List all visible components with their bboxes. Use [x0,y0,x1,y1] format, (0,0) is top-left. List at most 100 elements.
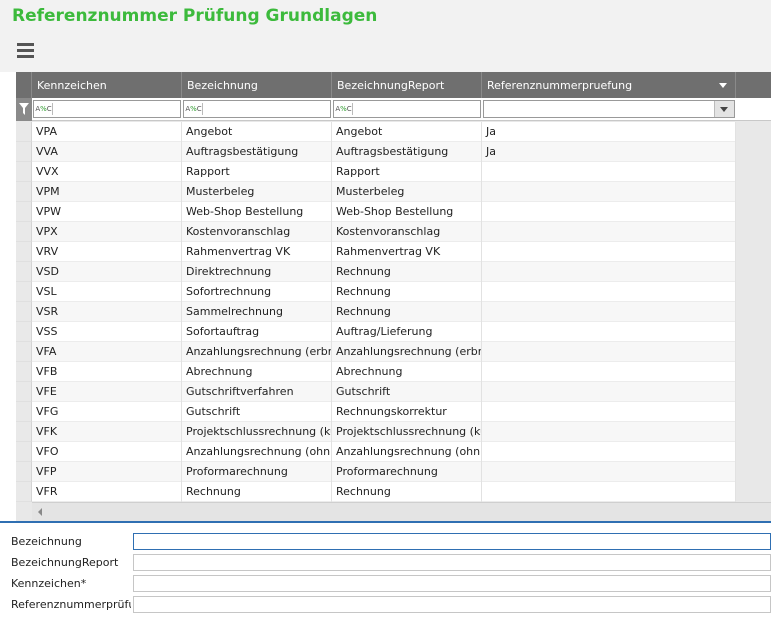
cell-referenznummerpruefung[interactable] [482,222,736,242]
cell-kennzeichen[interactable]: VSL [32,282,182,302]
row-selector[interactable] [16,462,32,482]
cell-referenznummerpruefung[interactable] [482,382,736,402]
row-selector[interactable] [16,242,32,262]
cell-kennzeichen[interactable]: VFP [32,462,182,482]
table-row[interactable]: VVA Auftragsbestätigung Auftragsbestätigun… [16,142,771,162]
arrow-left-icon[interactable] [38,508,42,516]
row-selector[interactable] [16,302,32,322]
cell-referenznummerpruefung[interactable] [482,262,736,282]
cell-kennzeichen[interactable]: VVX [32,162,182,182]
cell-bezeichnung-report[interactable]: Anzahlungsrechnung (ohn... [332,442,482,462]
cell-bezeichnung-report[interactable]: Auftrag/Lieferung [332,322,482,342]
cell-bezeichnung-report[interactable]: Gutschrift [332,382,482,402]
table-row[interactable]: VFA Anzahlungsrechnung (erbr... Anzahlungs… [16,342,771,362]
table-row[interactable]: VPA Angebot Angebot Ja [16,122,771,142]
cell-bezeichnung[interactable]: Anzahlungsrechnung (ohn... [182,442,332,462]
cell-kennzeichen[interactable]: VSD [32,262,182,282]
kennzeichen-field[interactable] [133,575,771,592]
cell-kennzeichen[interactable]: VPW [32,202,182,222]
cell-bezeichnung[interactable]: Auftragsbestätigung [182,142,332,162]
table-row[interactable]: VFP Proformarechnung Proformarechnung [16,462,771,482]
cell-bezeichnung-report[interactable]: Auftragsbestätigung [332,142,482,162]
cell-bezeichnung[interactable]: Kostenvoranschlag [182,222,332,242]
cell-bezeichnung[interactable]: Sammelrechnung [182,302,332,322]
cell-kennzeichen[interactable]: VSS [32,322,182,342]
cell-referenznummerpruefung[interactable] [482,302,736,322]
cell-bezeichnung[interactable]: Anzahlungsrechnung (erbr... [182,342,332,362]
column-header-referenznummerpruefung[interactable]: Referenznummerpruefung [482,72,736,98]
cell-referenznummerpruefung[interactable] [482,362,736,382]
table-row[interactable]: VSL Sofortrechnung Rechnung [16,282,771,302]
cell-referenznummerpruefung[interactable] [482,322,736,342]
cell-kennzeichen[interactable]: VRV [32,242,182,262]
table-row[interactable]: VRV Rahmenvertrag VK Rahmenvertrag VK [16,242,771,262]
cell-bezeichnung-report[interactable]: Rapport [332,162,482,182]
cell-referenznummerpruefung[interactable] [482,162,736,182]
table-row[interactable]: VVX Rapport Rapport [16,162,771,182]
row-selector[interactable] [16,342,32,362]
horizontal-scrollbar[interactable] [32,502,771,521]
table-row[interactable]: VFE Gutschriftverfahren Gutschrift [16,382,771,402]
cell-kennzeichen[interactable]: VFB [32,362,182,382]
row-selector[interactable] [16,322,32,342]
cell-referenznummerpruefung[interactable]: Ja [482,122,736,142]
table-row[interactable]: VFO Anzahlungsrechnung (ohn... Anzahlungsr… [16,442,771,462]
cell-bezeichnung[interactable]: Musterbeleg [182,182,332,202]
row-selector[interactable] [16,222,32,242]
filter-operator-button[interactable]: A%C [185,103,203,115]
cell-kennzeichen[interactable]: VPX [32,222,182,242]
funnel-icon[interactable] [16,98,32,121]
table-row[interactable]: VFK Projektschlussrechnung (ku... Projekts… [16,422,771,442]
cell-bezeichnung[interactable]: Sofortrechnung [182,282,332,302]
filter-operator-button[interactable]: A%C [35,103,53,115]
cell-kennzeichen[interactable]: VFO [32,442,182,462]
column-header-bezeichnung-report[interactable]: BezeichnungReport [332,72,482,98]
row-selector[interactable] [16,122,32,142]
cell-bezeichnung-report[interactable]: Projektschlussrechnung (ku... [332,422,482,442]
cell-kennzeichen[interactable]: VFG [32,402,182,422]
referenznummerpruefung-field[interactable] [133,596,771,613]
cell-bezeichnung-report[interactable]: Rechnung [332,262,482,282]
chevron-down-icon[interactable] [719,83,727,88]
cell-bezeichnung[interactable]: Rapport [182,162,332,182]
filter-referenznummerpruefung[interactable] [483,100,735,118]
cell-referenznummerpruefung[interactable]: Ja [482,142,736,162]
cell-bezeichnung[interactable]: Abrechnung [182,362,332,382]
cell-bezeichnung-report[interactable]: Anzahlungsrechnung (erbr... [332,342,482,362]
filter-dropdown-button[interactable] [714,101,734,117]
filter-kennzeichen[interactable]: A%C [33,100,181,118]
filter-bezeichnung-report[interactable]: A%C [333,100,481,118]
cell-bezeichnung-report[interactable]: Kostenvoranschlag [332,222,482,242]
row-selector[interactable] [16,182,32,202]
cell-referenznummerpruefung[interactable] [482,182,736,202]
table-row[interactable]: VSS Sofortauftrag Auftrag/Lieferung [16,322,771,342]
row-selector[interactable] [16,482,32,502]
cell-bezeichnung[interactable]: Rahmenvertrag VK [182,242,332,262]
cell-bezeichnung-report[interactable]: Musterbeleg [332,182,482,202]
hamburger-icon[interactable] [17,43,34,58]
cell-kennzeichen[interactable]: VSR [32,302,182,322]
cell-referenznummerpruefung[interactable] [482,482,736,502]
cell-kennzeichen[interactable]: VVA [32,142,182,162]
cell-bezeichnung-report[interactable]: Angebot [332,122,482,142]
row-selector[interactable] [16,422,32,442]
filter-bezeichnung[interactable]: A%C [183,100,331,118]
table-row[interactable]: VSR Sammelrechnung Rechnung [16,302,771,322]
row-selector[interactable] [16,362,32,382]
cell-bezeichnung[interactable]: Proformarechnung [182,462,332,482]
cell-referenznummerpruefung[interactable] [482,402,736,422]
filter-operator-button[interactable]: A%C [335,103,353,115]
row-selector[interactable] [16,262,32,282]
cell-referenznummerpruefung[interactable] [482,462,736,482]
cell-bezeichnung-report[interactable]: Rechnung [332,302,482,322]
cell-bezeichnung[interactable]: Sofortauftrag [182,322,332,342]
cell-bezeichnung[interactable]: Gutschrift [182,402,332,422]
row-selector[interactable] [16,442,32,462]
cell-bezeichnung[interactable]: Angebot [182,122,332,142]
row-selector[interactable] [16,202,32,222]
cell-bezeichnung[interactable]: Gutschriftverfahren [182,382,332,402]
cell-referenznummerpruefung[interactable] [482,202,736,222]
table-row[interactable]: VPW Web-Shop Bestellung Web-Shop Bestellun… [16,202,771,222]
cell-kennzeichen[interactable]: VFA [32,342,182,362]
cell-bezeichnung[interactable]: Projektschlussrechnung (ku... [182,422,332,442]
